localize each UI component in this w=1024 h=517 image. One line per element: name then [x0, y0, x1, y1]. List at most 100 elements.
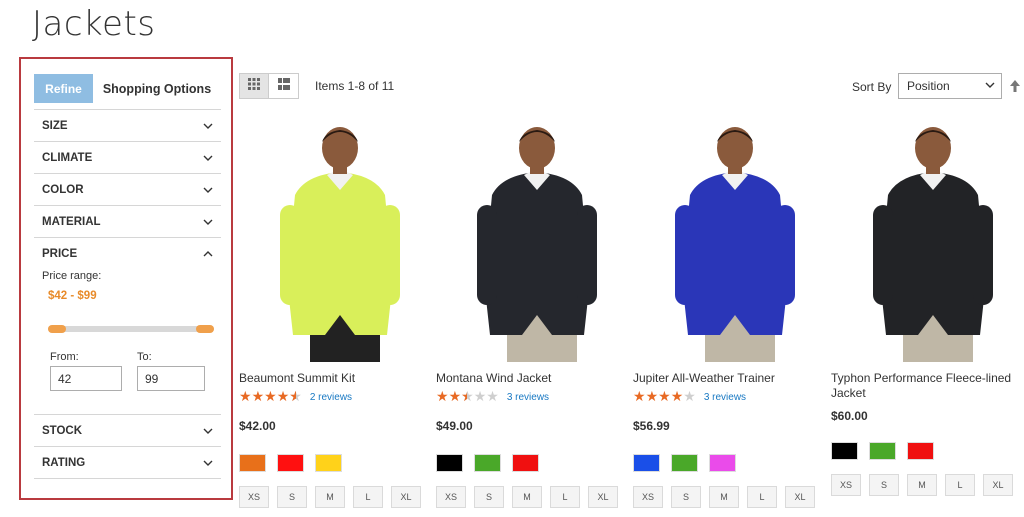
- star-icon: ★: [276, 389, 290, 405]
- size-option[interactable]: XS: [436, 486, 466, 508]
- filter-label: RATING: [42, 456, 86, 469]
- color-swatch[interactable]: [709, 454, 736, 472]
- grid-icon: [248, 77, 260, 95]
- size-options: XS S M L XL: [831, 474, 1013, 496]
- size-option[interactable]: L: [550, 486, 580, 508]
- color-swatch[interactable]: [436, 454, 463, 472]
- star-icon: ★: [461, 390, 474, 404]
- color-swatch[interactable]: [907, 442, 934, 460]
- chevron-down-icon: [203, 153, 213, 163]
- star-icon: ★: [264, 389, 277, 405]
- sort-select[interactable]: Position: [898, 73, 1002, 99]
- reviews-link[interactable]: 3 reviews: [704, 392, 746, 403]
- filter-label: MATERIAL: [42, 215, 101, 228]
- chevron-down-icon: [203, 458, 213, 468]
- price-slider[interactable]: [48, 325, 214, 333]
- color-swatch[interactable]: [512, 454, 539, 472]
- color-swatch[interactable]: [239, 454, 266, 472]
- chevron-down-icon: [203, 121, 213, 131]
- reviews-link[interactable]: 2 reviews: [310, 392, 352, 403]
- size-option[interactable]: XL: [391, 486, 421, 508]
- sort-direction-arrow-icon[interactable]: [1009, 79, 1021, 93]
- star-icon: ★: [448, 389, 462, 405]
- price-range-label: Price range:: [42, 270, 102, 282]
- star-icon: ★: [436, 389, 449, 405]
- size-option[interactable]: XS: [239, 486, 269, 508]
- product-name[interactable]: Typhon Performance Fleece-lined Jacket: [831, 371, 1016, 401]
- filter-price: PRICE Price range: $42 - $99 From: To:: [34, 238, 221, 415]
- size-option[interactable]: XS: [633, 486, 663, 508]
- filter-material[interactable]: MATERIAL: [34, 206, 221, 238]
- product-price: $49.00: [436, 419, 473, 433]
- product-name[interactable]: Montana Wind Jacket: [436, 371, 621, 386]
- filter-climate[interactable]: CLIMATE: [34, 142, 221, 174]
- size-option[interactable]: S: [277, 486, 307, 508]
- product-name[interactable]: Beaumont Summit Kit: [239, 371, 424, 386]
- color-swatch[interactable]: [633, 454, 660, 472]
- filter-color[interactable]: COLOR: [34, 174, 221, 206]
- color-swatch[interactable]: [474, 454, 501, 472]
- price-slider-max-handle[interactable]: [196, 325, 214, 333]
- size-option[interactable]: M: [315, 486, 345, 508]
- color-swatch[interactable]: [671, 454, 698, 472]
- size-option[interactable]: S: [869, 474, 899, 496]
- color-swatch[interactable]: [277, 454, 304, 472]
- size-option[interactable]: M: [709, 486, 739, 508]
- star-icon: ★: [670, 389, 684, 405]
- from-label: From:: [50, 351, 79, 363]
- tab-shopping-options[interactable]: Shopping Options: [93, 74, 221, 103]
- product-rating: ★★★★★ 3 reviews: [633, 390, 746, 404]
- size-option[interactable]: XL: [983, 474, 1013, 496]
- product-image[interactable]: [848, 120, 1018, 362]
- chevron-down-icon: [203, 185, 213, 195]
- to-label: To:: [137, 351, 152, 363]
- price-filter-header[interactable]: PRICE: [34, 238, 221, 270]
- filter-stock[interactable]: STOCK: [34, 415, 221, 447]
- size-option[interactable]: XL: [785, 486, 815, 508]
- color-swatches: [831, 442, 934, 460]
- star-icon: ★: [473, 389, 487, 405]
- product-image[interactable]: [650, 120, 820, 362]
- rating-stars: ★ ★ ★ ★ ★: [436, 390, 499, 404]
- size-option[interactable]: S: [474, 486, 504, 508]
- size-option[interactable]: S: [671, 486, 701, 508]
- price-slider-min-handle[interactable]: [48, 325, 66, 333]
- size-option[interactable]: XS: [831, 474, 861, 496]
- product-card[interactable]: Typhon Performance Fleece-lined Jacket $…: [831, 120, 1018, 496]
- size-option[interactable]: XL: [588, 486, 618, 508]
- filter-rating[interactable]: RATING: [34, 447, 221, 479]
- color-swatch[interactable]: [869, 442, 896, 460]
- list-icon: [277, 77, 290, 95]
- reviews-link[interactable]: 3 reviews: [507, 392, 549, 403]
- rating-stars: ★ ★ ★ ★ ★: [633, 390, 696, 404]
- color-swatch[interactable]: [315, 454, 342, 472]
- star-icon: ★: [239, 389, 252, 405]
- star-icon: ★: [683, 389, 696, 405]
- product-image[interactable]: [255, 120, 425, 362]
- star-icon: ★: [658, 389, 671, 405]
- product-card[interactable]: Montana Wind Jacket ★★★★★ 3 reviews $49.…: [436, 120, 622, 508]
- product-image[interactable]: [452, 120, 622, 362]
- price-from-input[interactable]: [50, 366, 122, 391]
- star-icon: ★: [645, 389, 659, 405]
- tab-refine[interactable]: Refine: [34, 74, 93, 103]
- size-option[interactable]: L: [945, 474, 975, 496]
- product-card[interactable]: Jupiter All-Weather Trainer ★ ★ ★ ★ ★ 3 revi…: [633, 120, 820, 508]
- size-option[interactable]: L: [747, 486, 777, 508]
- chevron-down-icon: [203, 217, 213, 227]
- price-to-input[interactable]: [137, 366, 205, 391]
- size-option[interactable]: M: [907, 474, 937, 496]
- filter-label: STOCK: [42, 424, 83, 437]
- size-option[interactable]: L: [353, 486, 383, 508]
- size-option[interactable]: M: [512, 486, 542, 508]
- product-price: $42.00: [239, 419, 276, 433]
- filter-label: PRICE: [42, 248, 78, 260]
- product-name[interactable]: Jupiter All-Weather Trainer: [633, 371, 818, 386]
- filter-size[interactable]: SIZE: [34, 110, 221, 142]
- star-icon: ★: [633, 389, 646, 405]
- grid-view-button[interactable]: [240, 74, 270, 98]
- product-card[interactable]: Beaumont Summit Kit ★★★★★ 2 reviews $42.…: [239, 120, 425, 508]
- filter-list: SIZE CLIMATE COLOR MATERIAL PRICE Price …: [34, 109, 221, 479]
- color-swatch[interactable]: [831, 442, 858, 460]
- list-view-button[interactable]: [269, 74, 298, 98]
